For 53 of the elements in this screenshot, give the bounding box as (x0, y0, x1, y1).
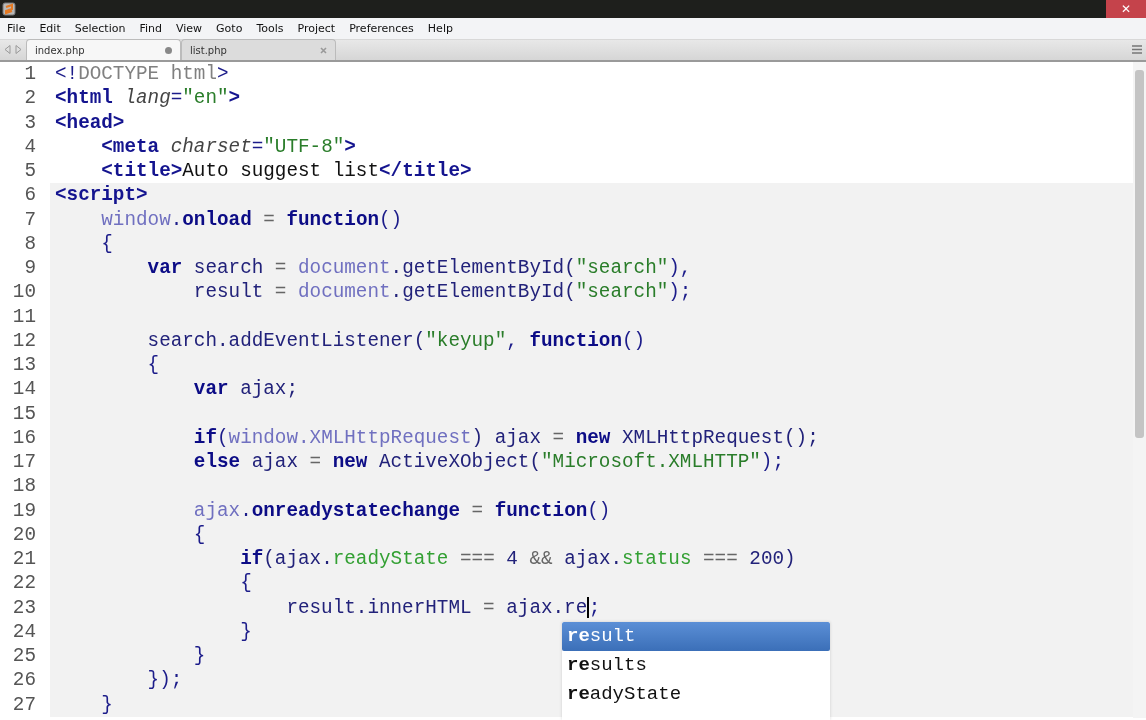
forward-arrow-icon[interactable] (15, 45, 22, 54)
line-number: 17 (12, 451, 36, 473)
line-number: 12 (12, 329, 36, 352)
line-number: 16 (12, 426, 36, 449)
line-number: 11 (12, 305, 36, 328)
scrollbar[interactable] (1133, 62, 1146, 718)
line-number: 15 (12, 402, 36, 425)
line-number: 13 (12, 354, 36, 376)
line-number: 10 (12, 281, 36, 304)
unsaved-dot-icon (165, 46, 172, 54)
line-number: 1 (24, 63, 36, 85)
line-number: 24 (12, 620, 36, 643)
line-number: 18 (12, 475, 36, 498)
code-line: <meta charset="UTF-8"> (100, 134, 357, 159)
menu-item[interactable]: Goto (209, 18, 250, 39)
line-number: 3 (24, 111, 36, 134)
menu-item[interactable]: Project (290, 18, 343, 39)
menu-item[interactable]: Help (420, 18, 460, 39)
line-number: 20 (12, 523, 36, 546)
line-number: 25 (12, 645, 36, 667)
line-number: 2 (24, 87, 36, 110)
line-number: 23 (12, 596, 36, 619)
menu-item[interactable]: View (169, 18, 210, 39)
menu-item[interactable]: File (0, 18, 33, 39)
close-button[interactable]: ✕ (1106, 0, 1146, 18)
line-number: 21 (12, 548, 36, 570)
menu-icon[interactable] (1132, 45, 1142, 54)
line-number: 26 (12, 669, 36, 692)
file-tab[interactable]: list.php (181, 39, 336, 60)
code-line: <!DOCTYPE html> (54, 62, 230, 87)
back-arrow-icon[interactable] (4, 45, 11, 54)
code-line: <title>Auto suggest list</title> (100, 159, 473, 184)
menu-item[interactable]: Find (132, 18, 169, 39)
line-number: 9 (24, 257, 36, 279)
line-number: 4 (24, 135, 36, 158)
code-line: <html lang="en"> (54, 86, 242, 111)
menu-item[interactable]: Tools (249, 18, 291, 39)
menu-item[interactable]: Edit (32, 18, 68, 39)
line-number: 6 (24, 184, 36, 207)
line-number: 7 (24, 208, 36, 231)
close-icon[interactable] (320, 46, 327, 54)
menu-item[interactable]: Preferences (342, 18, 421, 39)
line-number: 14 (12, 378, 36, 401)
code-line: <head> (54, 110, 126, 135)
menu-item[interactable]: Selection (67, 18, 133, 39)
autocomplete-item[interactable]: result (562, 622, 830, 651)
line-number: 5 (24, 160, 36, 182)
line-number: 8 (24, 232, 36, 255)
file-tab[interactable]: index.php (26, 39, 181, 60)
app-icon (2, 2, 16, 16)
line-number: 19 (12, 499, 36, 522)
line-number: 27 (12, 693, 36, 716)
line-number: 22 (12, 572, 36, 595)
